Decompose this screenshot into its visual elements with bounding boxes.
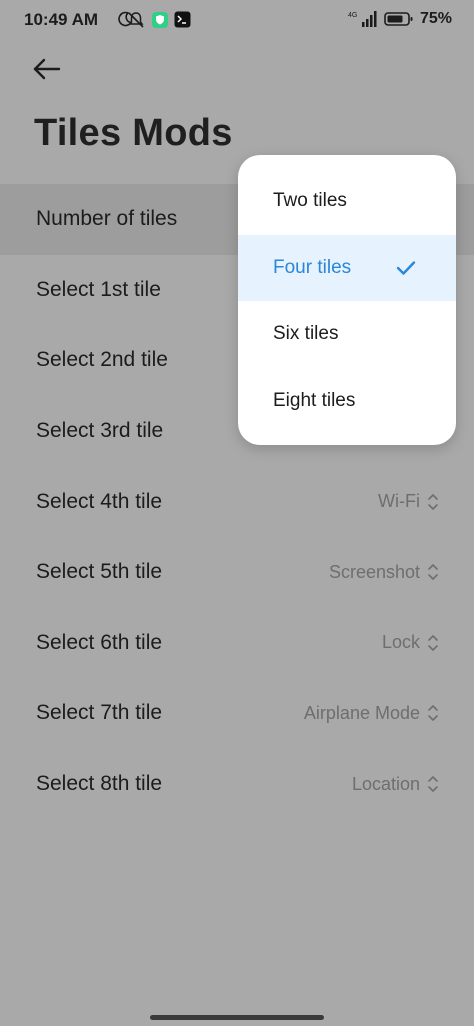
setting-value: Airplane Mode [304, 703, 440, 724]
option-four-tiles[interactable]: Four tiles [238, 234, 456, 301]
setting-value-text: Location [351, 773, 420, 794]
battery-percentage: 75% [419, 10, 452, 27]
option-label: Four tiles [273, 256, 352, 278]
page-title: Tiles Mods [34, 112, 233, 154]
status-bar: 10:49 AM 4G 75% [0, 0, 474, 40]
notifications-off-icon [128, 12, 144, 28]
setting-label: Select 7th tile [36, 701, 163, 725]
svg-text:4G: 4G [348, 12, 357, 19]
chevron-up-down-icon [428, 776, 438, 792]
setting-value-text: Lock [381, 632, 420, 653]
signal-icon: 4G [348, 11, 377, 27]
setting-value: Wi-Fi [378, 491, 440, 512]
shield-app-icon [152, 12, 168, 28]
setting-value: Lock [382, 632, 440, 653]
setting-value-text: Wi-Fi [378, 491, 420, 512]
setting-value-text: Airplane Mode [303, 702, 420, 723]
terminal-app-icon [174, 11, 191, 28]
setting-label: Select 4th tile [36, 489, 163, 513]
setting-tile-8[interactable]: Select 8th tile Location [0, 749, 474, 820]
option-two-tiles[interactable]: Two tiles [238, 168, 456, 235]
setting-tile-7[interactable]: Select 7th tile Airplane Mode [0, 678, 474, 749]
setting-label: Select 8th tile [36, 772, 163, 796]
option-eight-tiles[interactable]: Eight tiles [238, 368, 456, 435]
setting-label: Select 3rd tile [36, 419, 164, 443]
battery-icon [384, 12, 413, 26]
setting-tile-6[interactable]: Select 6th tile Lock [0, 608, 474, 679]
option-label: Eight tiles [273, 389, 356, 411]
setting-label: Select 1st tile [36, 277, 161, 301]
setting-label: Select 2nd tile [36, 348, 168, 372]
setting-label: Select 5th tile [36, 560, 163, 584]
arrow-left-icon [33, 58, 61, 80]
status-time: 10:49 AM [24, 10, 99, 29]
chevron-up-down-icon [428, 635, 438, 651]
chevron-up-down-icon [428, 493, 438, 510]
setting-label: Number of tiles [36, 207, 178, 231]
setting-value: Location [352, 774, 440, 795]
option-label: Two tiles [273, 190, 347, 212]
setting-value-text: Screenshot [328, 561, 420, 582]
chevron-up-down-icon [428, 564, 438, 581]
back-button[interactable] [30, 52, 64, 86]
tiles-count-dropdown: Two tiles Four tiles Six tiles Eight til… [238, 155, 456, 445]
setting-tile-5[interactable]: Select 5th tile Screenshot [0, 537, 474, 608]
home-indicator[interactable] [150, 1015, 324, 1020]
option-label: Six tiles [273, 323, 339, 345]
setting-tile-4[interactable]: Select 4th tile Wi-Fi [0, 466, 474, 537]
setting-value: Screenshot [329, 562, 440, 583]
setting-label: Select 6th tile [36, 630, 163, 654]
option-six-tiles[interactable]: Six tiles [238, 301, 456, 368]
chevron-up-down-icon [428, 705, 438, 722]
checkmark-icon [396, 261, 416, 275]
